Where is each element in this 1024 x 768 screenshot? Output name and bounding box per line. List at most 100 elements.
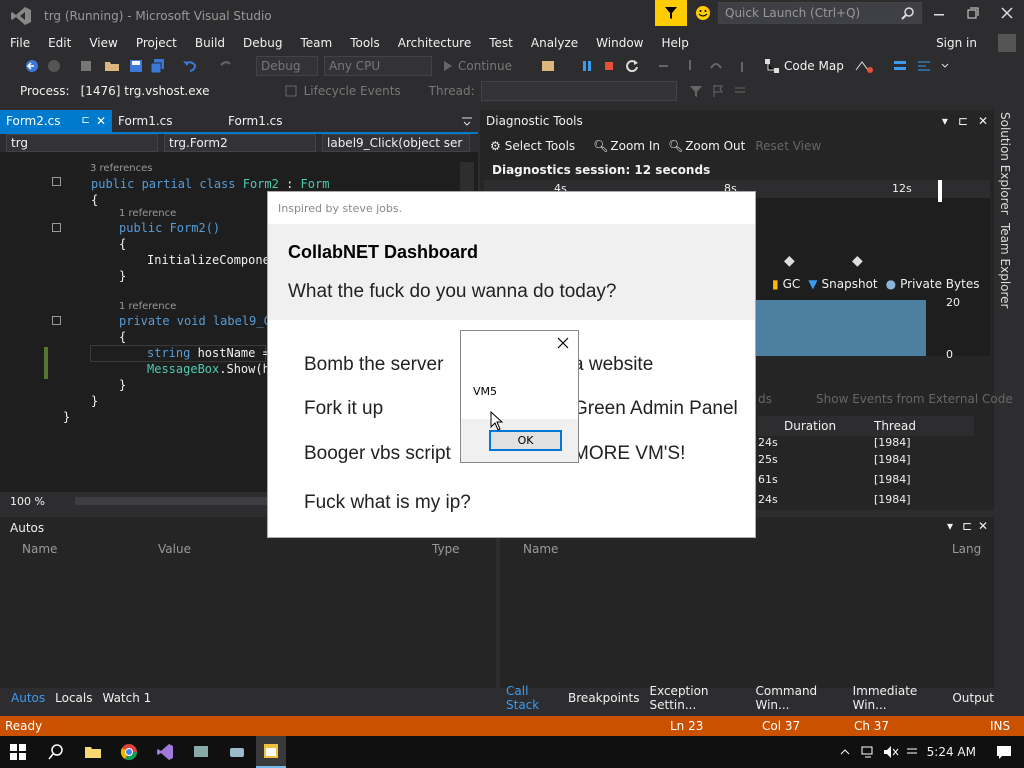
layout-icon[interactable]: [892, 58, 908, 74]
search-icon[interactable]: [48, 744, 64, 760]
save-all-icon[interactable]: [150, 58, 166, 74]
project-nav-select[interactable]: trg: [6, 134, 158, 152]
tab-overflow-icon[interactable]: [462, 116, 472, 126]
code-map-button[interactable]: Code Map: [784, 59, 844, 73]
new-project-icon[interactable]: [78, 58, 94, 74]
code-map-icon[interactable]: [764, 58, 780, 74]
column-name[interactable]: Name: [22, 542, 57, 556]
collapse-icon[interactable]: [52, 223, 61, 232]
running-app-icon[interactable]: [256, 736, 286, 768]
solution-config-select[interactable]: Debug: [256, 56, 318, 76]
platform-select[interactable]: Any CPU: [324, 56, 432, 76]
chevron-up-icon[interactable]: [839, 746, 851, 758]
network-icon[interactable]: [861, 745, 877, 759]
process-icon[interactable]: [540, 58, 558, 74]
zoom-out-button[interactable]: Zoom Out: [685, 139, 745, 153]
snapshot-marker[interactable]: ◆: [852, 253, 863, 269]
close-window-button[interactable]: [1000, 6, 1014, 20]
codelens-references[interactable]: 3 references: [90, 163, 153, 174]
tab-watch1[interactable]: Watch 1: [102, 691, 151, 705]
option-fork-it-up[interactable]: Fork it up: [304, 398, 383, 420]
show-external-code-toggle[interactable]: Show Events from External Code: [816, 392, 1013, 406]
menu-file[interactable]: File: [1, 35, 39, 52]
table-row[interactable]: 25s [1984]: [758, 449, 974, 469]
panel-menu-icon[interactable]: ▾: [942, 114, 948, 128]
menu-tools[interactable]: Tools: [341, 35, 389, 52]
codelens-references[interactable]: 1 reference: [119, 301, 176, 312]
class-nav-select[interactable]: trg.Form2: [164, 134, 316, 152]
visual-studio-taskbar-icon[interactable]: [156, 743, 174, 761]
table-row[interactable]: 61s [1984]: [758, 469, 974, 489]
close-panel-icon[interactable]: ✕: [978, 114, 988, 128]
column-language[interactable]: Lang: [952, 542, 981, 556]
panel-menu-icon[interactable]: ▾: [947, 519, 953, 533]
toolbar-overflow-icon[interactable]: [940, 58, 950, 74]
save-icon[interactable]: [128, 58, 144, 74]
column-type[interactable]: Type: [432, 542, 460, 556]
clock[interactable]: 5:24 AM: [927, 745, 976, 759]
team-explorer-tab[interactable]: Team Explorer: [998, 223, 1012, 309]
step-out-icon[interactable]: [734, 58, 750, 74]
app-icon[interactable]: [192, 743, 210, 761]
zoom-level[interactable]: 100 %: [10, 495, 45, 508]
menu-project[interactable]: Project: [127, 35, 186, 52]
pin-icon[interactable]: ⊏: [962, 519, 972, 533]
lifecycle-events-button[interactable]: Lifecycle Events: [304, 84, 401, 98]
back-icon[interactable]: [24, 58, 40, 74]
volume-muted-icon[interactable]: [883, 745, 899, 759]
option-my-ip[interactable]: Fuck what is my ip?: [304, 492, 471, 514]
menu-debug[interactable]: Debug: [234, 35, 291, 52]
column-name[interactable]: Name: [523, 542, 558, 556]
forward-icon[interactable]: [46, 58, 62, 74]
format-icon[interactable]: [916, 58, 932, 74]
show-next-statement-icon[interactable]: [656, 58, 672, 74]
close-panel-icon[interactable]: ✕: [978, 519, 988, 533]
codelens-references[interactable]: 1 reference: [119, 208, 176, 219]
flag-icon[interactable]: [711, 84, 725, 98]
option-more-vms[interactable]: MORE VM'S!: [573, 443, 685, 465]
quick-launch-input[interactable]: Quick Launch (Ctrl+Q): [718, 2, 922, 24]
menu-build[interactable]: Build: [186, 35, 234, 52]
option-green-admin-panel[interactable]: Green Admin Panel: [573, 398, 738, 420]
snapshot-marker[interactable]: ◆: [784, 253, 795, 269]
step-into-icon[interactable]: [682, 58, 698, 74]
menu-architecture[interactable]: Architecture: [389, 35, 480, 52]
restart-icon[interactable]: [624, 58, 640, 74]
select-tools-button[interactable]: Select Tools: [505, 139, 575, 153]
ok-button[interactable]: OK: [489, 430, 562, 451]
feedback-filter-icon[interactable]: [655, 0, 687, 26]
zoom-in-button[interactable]: Zoom In: [610, 139, 660, 153]
tab-locals[interactable]: Locals: [55, 691, 92, 705]
menu-team[interactable]: Team: [291, 35, 341, 52]
sign-in-link[interactable]: Sign in: [927, 35, 986, 52]
minimize-button[interactable]: [932, 6, 946, 20]
reset-view-button[interactable]: Reset View: [755, 139, 821, 153]
column-value[interactable]: Value: [158, 542, 191, 556]
app-icon[interactable]: [228, 743, 246, 761]
filter-icon[interactable]: [689, 84, 703, 98]
process-select[interactable]: [1476] trg.vshost.exe: [75, 81, 274, 101]
tab-form1-design[interactable]: Form1.cs [Design]: [222, 110, 326, 150]
table-row[interactable]: 24s [1984]: [758, 489, 974, 509]
menu-analyze[interactable]: Analyze: [522, 35, 587, 52]
collapse-icon[interactable]: [52, 177, 61, 186]
input-icon[interactable]: [905, 745, 919, 759]
option-website[interactable]: a website: [573, 354, 653, 376]
close-icon[interactable]: [557, 337, 569, 349]
events-filter[interactable]: ds: [758, 392, 772, 406]
open-file-icon[interactable]: [104, 58, 120, 74]
smiley-feedback-icon[interactable]: [694, 4, 712, 22]
pin-icon[interactable]: ⊏: [958, 114, 968, 128]
redo-icon[interactable]: [218, 58, 234, 74]
avatar[interactable]: [998, 34, 1016, 52]
column-thread[interactable]: Thread: [874, 419, 916, 433]
file-explorer-icon[interactable]: [84, 744, 102, 760]
menu-window[interactable]: Window: [587, 35, 652, 52]
continue-icon[interactable]: [442, 59, 454, 73]
column-duration[interactable]: Duration: [784, 419, 836, 433]
tab-autos[interactable]: Autos: [11, 691, 45, 705]
thread-select[interactable]: [480, 81, 677, 101]
tab-form2-cs[interactable]: Form2.cs ⊏ ✕: [0, 110, 112, 132]
option-booger-vbs[interactable]: Booger vbs script: [304, 443, 451, 465]
member-nav-select[interactable]: label9_Click(object ser: [322, 134, 470, 152]
